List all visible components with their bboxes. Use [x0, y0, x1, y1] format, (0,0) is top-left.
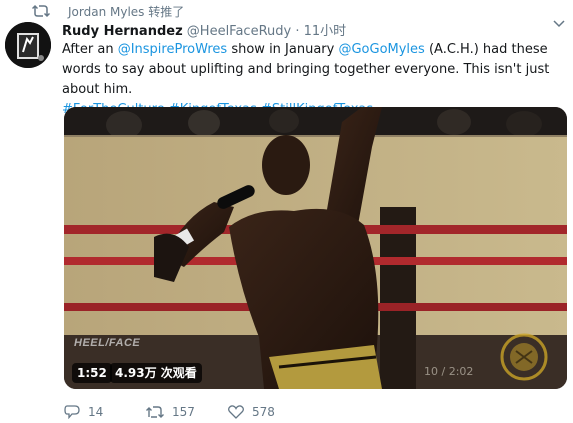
mention-link[interactable]: @InspireProWres — [118, 42, 228, 57]
heart-icon — [228, 404, 244, 419]
retweet-button[interactable]: 157 — [146, 405, 228, 419]
author-handle[interactable]: @HeelFaceRudy — [187, 24, 291, 39]
reply-icon — [64, 405, 80, 419]
tweet-timestamp[interactable]: 11小时 — [304, 24, 347, 39]
video-duration-badge: 1:52 — [72, 363, 112, 383]
retweet-icon — [32, 4, 50, 18]
chevron-down-icon[interactable] — [553, 20, 565, 28]
video-overlay-time: 10 / 2:02 — [424, 365, 474, 378]
tweet-actions: 14 157 578 — [64, 404, 310, 419]
author-name[interactable]: Rudy Hernandez — [62, 24, 183, 39]
tweet-header: Rudy Hernandez @HeelFaceRudy · 11小时 — [62, 20, 346, 39]
separator-dot: · — [295, 24, 300, 39]
video-player[interactable]: HEEL/FACE 10 / 2:02 1:52 4.93万 次观看 — [64, 107, 567, 389]
like-button[interactable]: 578 — [228, 405, 310, 419]
video-views-badge: 4.93万 次观看 — [110, 363, 202, 383]
reply-button[interactable]: 14 — [64, 404, 146, 419]
like-count: 578 — [252, 404, 275, 419]
reply-count: 14 — [88, 404, 104, 419]
retweet-icon — [146, 405, 164, 418]
text-segment: After an — [62, 42, 118, 57]
retweeted-by-label[interactable]: Jordan Myles 转推了 — [68, 3, 184, 20]
mention-link[interactable]: @GoGoMyles — [338, 42, 424, 57]
retweet-count: 157 — [172, 404, 195, 419]
text-segment: show in January — [227, 42, 339, 57]
retweet-context: Jordan Myles 转推了 — [32, 2, 184, 20]
avatar[interactable] — [5, 22, 51, 68]
heelface-watermark: HEEL/FACE — [74, 337, 141, 349]
